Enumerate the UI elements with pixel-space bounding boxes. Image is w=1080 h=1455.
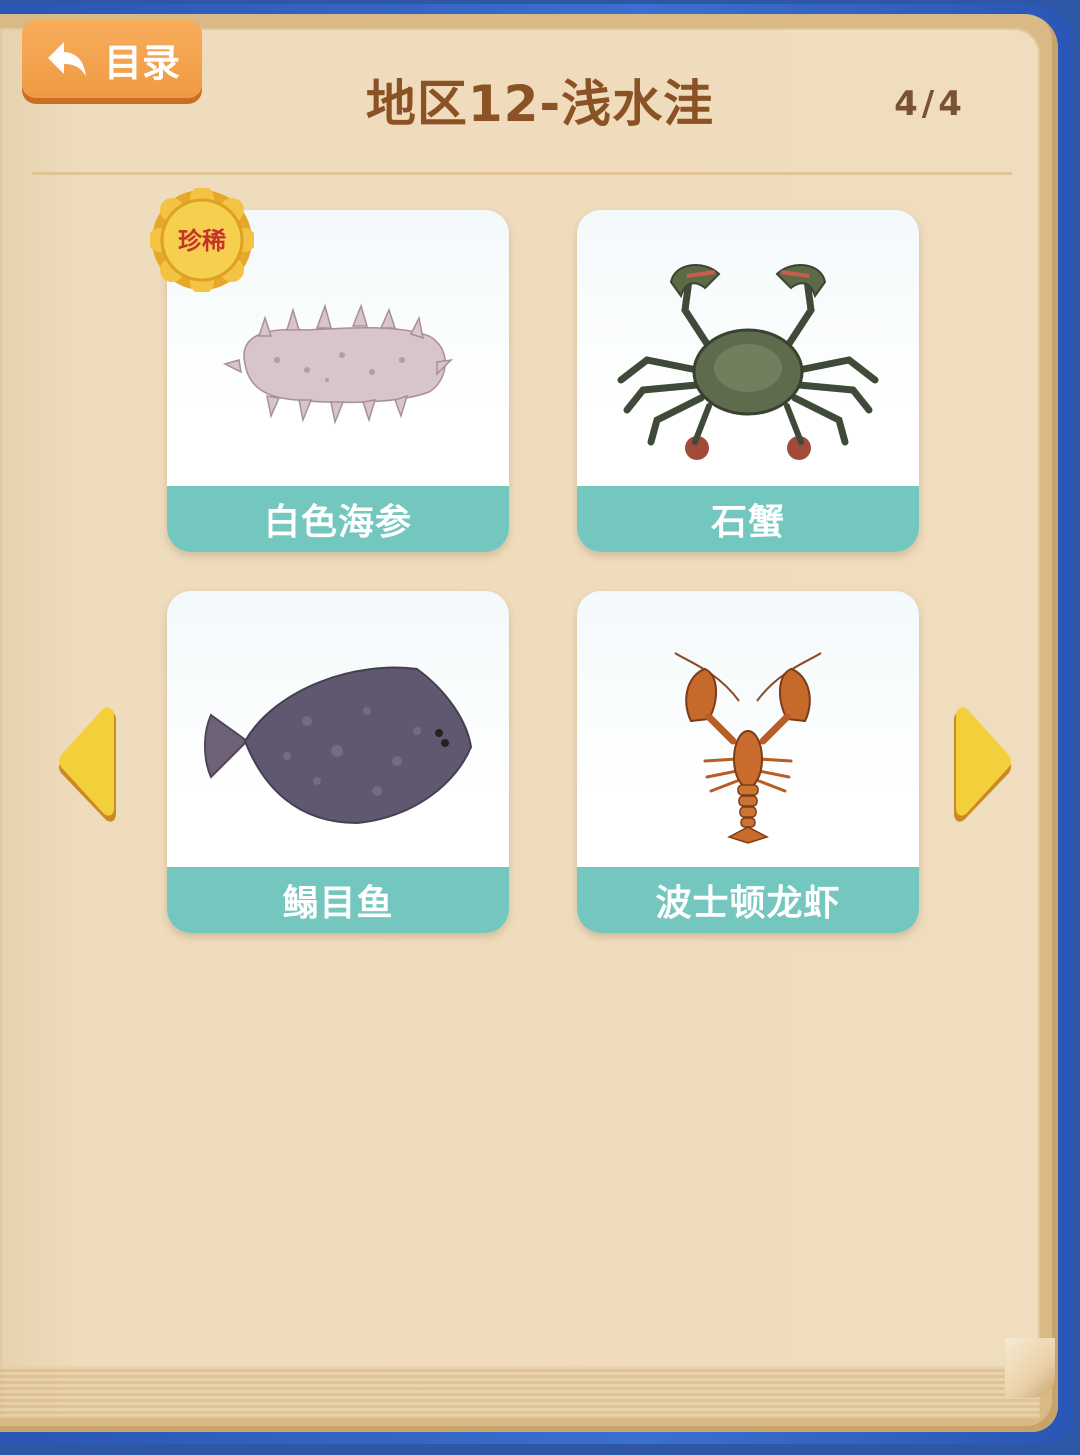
page-stack — [0, 1366, 1040, 1416]
creature-name: 鳎目鱼 — [167, 867, 509, 933]
page-indicator: 4/4 — [894, 84, 966, 124]
creature-name: 石蟹 — [577, 486, 919, 552]
next-page-button[interactable] — [952, 706, 1014, 830]
lobster-icon — [577, 591, 919, 867]
page-curl — [1005, 1338, 1055, 1398]
crab-icon — [577, 210, 919, 486]
creature-card-flatfish[interactable]: 鳎目鱼 — [167, 591, 509, 933]
flatfish-icon — [167, 591, 509, 867]
chevron-right-icon — [954, 707, 1011, 822]
header-divider — [32, 172, 1012, 175]
creature-card-lobster[interactable]: 波士顿龙虾 — [577, 591, 919, 933]
creature-card-crab[interactable]: 石蟹 — [577, 210, 919, 552]
prev-page-button[interactable] — [56, 706, 118, 830]
creature-name: 波士顿龙虾 — [577, 867, 919, 933]
chevron-left-icon — [59, 707, 116, 822]
creature-name: 白色海参 — [167, 486, 509, 552]
rare-badge: 珍稀 — [148, 186, 256, 294]
rare-label: 珍稀 — [178, 227, 226, 255]
